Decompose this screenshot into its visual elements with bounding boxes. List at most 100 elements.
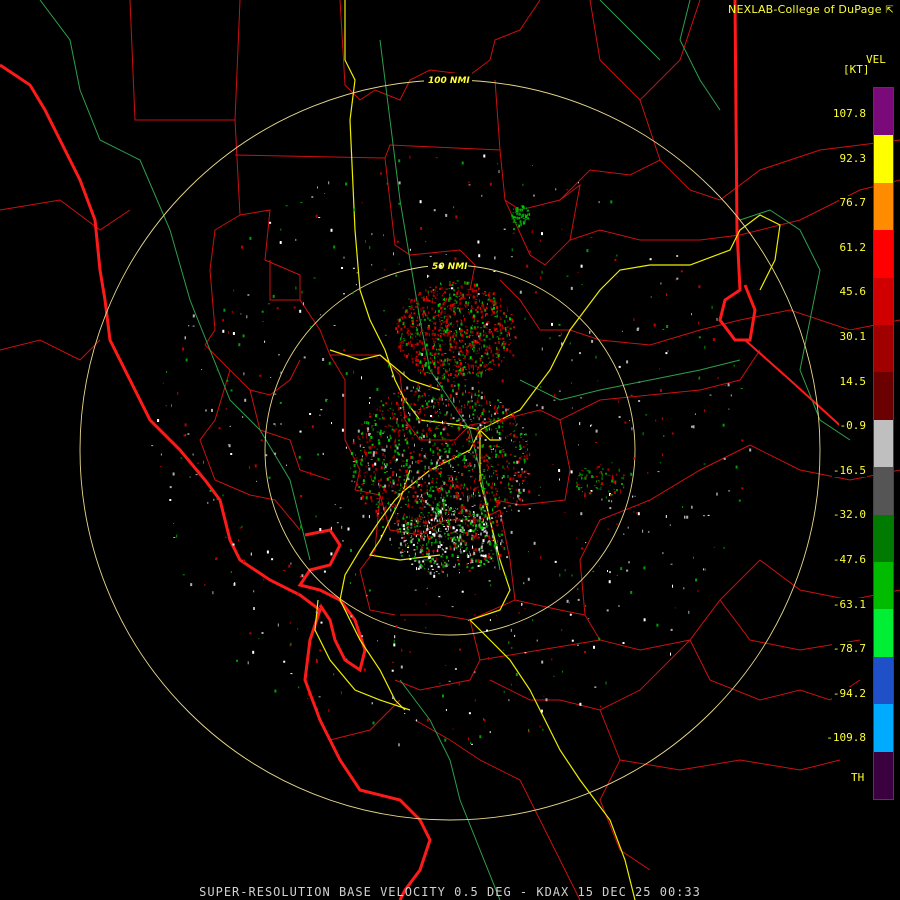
- echo-pixel: [482, 494, 485, 497]
- echo-pixel: [481, 412, 484, 415]
- echo-pixel: [466, 425, 468, 428]
- echo-pixel: [462, 419, 465, 422]
- color-swatch: [874, 419, 893, 468]
- echo-pixel: [446, 333, 449, 337]
- echo-pixel: [444, 561, 447, 563]
- echo-pixel: [584, 651, 587, 653]
- echo-pixel: [436, 521, 438, 524]
- echo-pixel: [262, 321, 264, 322]
- echo-pixel: [411, 558, 414, 560]
- echo-pixel: [494, 324, 497, 325]
- echo-pixel: [483, 469, 486, 471]
- echo-pixel: [440, 304, 442, 306]
- echo-pixel: [240, 313, 242, 315]
- echo-pixel: [500, 304, 502, 308]
- echo-pixel: [389, 462, 392, 464]
- echo-pixel: [404, 401, 406, 403]
- echo-pixel: [391, 669, 394, 672]
- echo-pixel: [389, 434, 391, 437]
- echo-pixel: [419, 410, 422, 413]
- echo-pixel: [407, 432, 408, 434]
- echo-pixel: [426, 332, 429, 335]
- echo-pixel: [704, 409, 706, 413]
- echo-pixel: [374, 462, 377, 466]
- echo-pixel: [355, 284, 357, 286]
- echo-pixel: [426, 402, 428, 406]
- echo-pixel: [510, 530, 513, 534]
- echo-pixel: [435, 486, 437, 488]
- echo-pixel: [461, 528, 464, 532]
- echo-pixel: [473, 488, 476, 492]
- echo-pixel: [437, 435, 439, 437]
- echo-pixel: [408, 554, 410, 557]
- echo-pixel: [437, 338, 440, 341]
- echo-pixel: [441, 548, 443, 551]
- echo-pixel: [390, 425, 392, 427]
- external-link-icon[interactable]: ⇱: [885, 5, 894, 16]
- echo-pixel: [440, 516, 442, 519]
- echo-pixel: [449, 349, 451, 352]
- echo-pixel: [470, 434, 472, 436]
- echo-pixel: [419, 335, 421, 337]
- echo-pixel: [498, 533, 500, 537]
- echo-pixel: [479, 370, 481, 374]
- echo-pixel: [456, 396, 457, 398]
- echo-pixel: [466, 449, 468, 451]
- echo-pixel: [481, 292, 484, 294]
- echo-pixel: [445, 509, 448, 511]
- echo-pixel: [490, 498, 492, 501]
- echo-pixel: [501, 447, 503, 449]
- echo-pixel: [509, 496, 511, 498]
- echo-pixel: [434, 528, 436, 530]
- echo-pixel: [453, 310, 455, 313]
- echo-pixel: [663, 435, 665, 437]
- echo-pixel: [394, 449, 397, 453]
- credit-text: NEXLAB-College of DuPage ⇱: [728, 3, 894, 16]
- echo-pixel: [425, 420, 427, 422]
- echo-pixel: [406, 311, 409, 314]
- echo-pixel: [497, 163, 499, 165]
- echo-pixel: [499, 328, 501, 332]
- echo-pixel: [445, 324, 447, 328]
- echo-pixel: [390, 467, 392, 469]
- echo-pixel: [450, 287, 453, 290]
- legend-tick-label: -0.9: [838, 419, 867, 433]
- echo-pixel: [446, 530, 449, 532]
- echo-pixel: [366, 471, 368, 474]
- echo-pixel: [517, 474, 519, 478]
- echo-pixel: [489, 419, 492, 421]
- echo-pixel: [496, 336, 499, 338]
- echo-pixel: [409, 486, 412, 488]
- echo-pixel: [456, 291, 459, 295]
- echo-pixel: [427, 290, 429, 294]
- echo-pixel: [735, 465, 738, 469]
- echo-pixel: [492, 494, 495, 497]
- echo-pixel: [477, 441, 480, 444]
- echo-pixel: [400, 530, 401, 533]
- echo-pixel: [415, 460, 417, 463]
- echo-pixel: [481, 372, 483, 374]
- echo-pixel: [489, 447, 492, 449]
- echo-pixel: [609, 571, 611, 574]
- echo-pixel: [376, 460, 378, 462]
- echo-pixel: [341, 525, 343, 529]
- echo-pixel: [471, 535, 474, 537]
- echo-pixel: [598, 479, 600, 483]
- echo-pixel: [416, 410, 418, 413]
- echo-pixel: [243, 559, 245, 563]
- echo-pixel: [398, 478, 399, 482]
- echo-pixel: [416, 431, 419, 434]
- echo-pixel: [629, 420, 631, 422]
- echo-pixel: [608, 474, 611, 476]
- echo-pixel: [328, 181, 330, 185]
- echo-pixel: [416, 567, 417, 571]
- echo-pixel: [439, 411, 441, 413]
- echo-pixel: [471, 330, 474, 334]
- echo-pixel: [594, 485, 596, 487]
- echo-pixel: [541, 347, 543, 351]
- echo-pixel: [424, 481, 426, 484]
- echo-pixel: [518, 494, 520, 497]
- echo-pixel: [361, 455, 363, 458]
- echo-pixel: [394, 523, 396, 525]
- echo-pixel: [488, 537, 491, 540]
